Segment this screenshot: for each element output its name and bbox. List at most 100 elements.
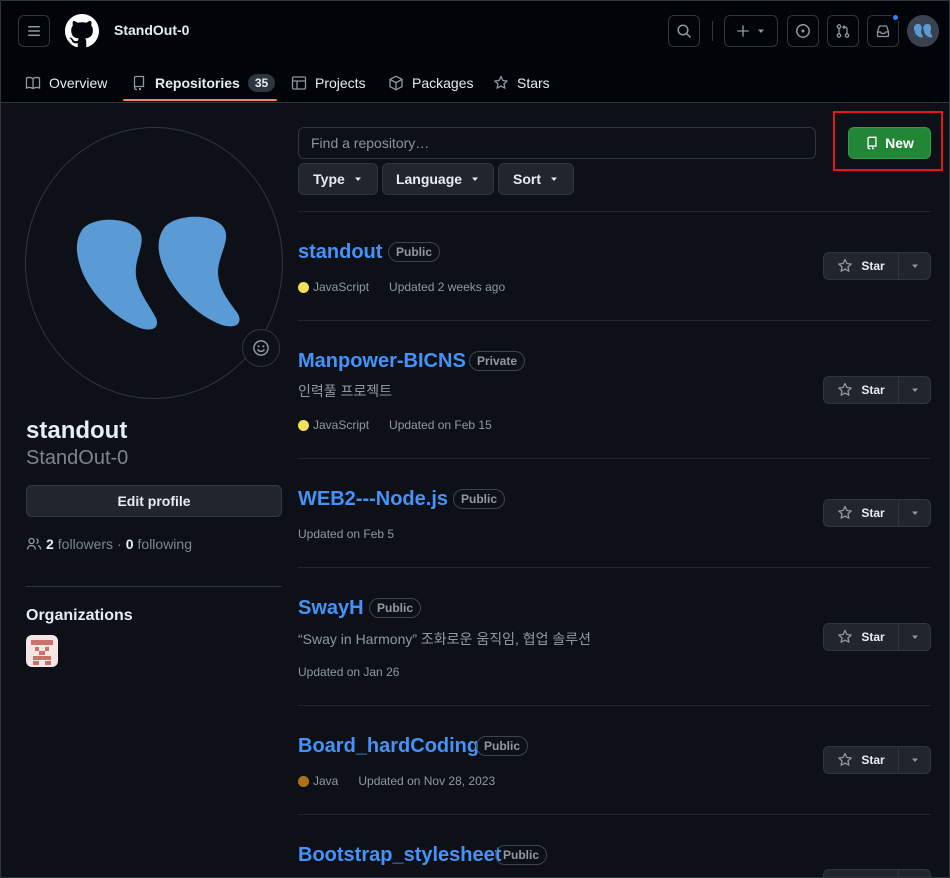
star-button-group: Star <box>823 499 931 527</box>
star-list-dropdown[interactable] <box>899 746 931 774</box>
global-header: StandOut-0 Overview Repositories 35 Proj… <box>1 1 949 103</box>
followers-link[interactable]: followers <box>58 536 113 552</box>
repo-updated: Updated on Feb 5 <box>298 527 395 541</box>
notification-indicator <box>891 13 900 22</box>
repo-language: Java <box>298 774 338 788</box>
repo-name-link[interactable]: WEB2---Node.js <box>298 488 448 511</box>
user-avatar[interactable] <box>907 15 939 47</box>
tab-stars[interactable]: Stars <box>493 63 550 103</box>
repo-name-link[interactable]: Manpower-BICNS <box>298 350 466 373</box>
repo-updated: Updated 2 weeks ago <box>389 280 506 294</box>
language-color-dot <box>298 419 309 431</box>
new-repository-button[interactable]: New <box>848 127 931 159</box>
repo-name-link[interactable]: Board_hardCoding <box>298 735 479 758</box>
visibility-badge: Public <box>453 489 506 509</box>
repo-divider <box>298 567 931 568</box>
following-count[interactable]: 0 <box>126 536 134 552</box>
search-button[interactable] <box>668 15 700 47</box>
smiley-icon <box>253 340 269 356</box>
create-new-button[interactable] <box>724 15 778 47</box>
repo-meta: Updated on Feb 5 <box>298 527 394 541</box>
star-list-dropdown[interactable] <box>899 623 931 651</box>
repo-divider <box>298 320 931 321</box>
star-button-group: Star <box>823 376 931 404</box>
repo-icon <box>133 75 145 91</box>
tab-repositories[interactable]: Repositories 35 <box>131 63 276 103</box>
repo-updated: Updated on Feb 15 <box>389 418 492 432</box>
star-button[interactable]: Star <box>823 252 899 280</box>
language-color-dot <box>298 775 309 787</box>
issue-opened-icon <box>796 24 810 38</box>
caret-down-icon <box>472 177 479 181</box>
set-status-button[interactable] <box>242 329 280 367</box>
following-link[interactable]: following <box>138 536 192 552</box>
repositories-count-badge: 35 <box>247 74 276 92</box>
visibility-badge: Public <box>495 845 548 865</box>
repo-icon <box>867 136 877 150</box>
caret-down-icon <box>911 758 918 762</box>
package-icon <box>389 75 403 91</box>
repo-name-link[interactable]: SwayH <box>298 597 364 620</box>
edit-profile-button[interactable]: Edit profile <box>26 485 282 517</box>
repo-name-link[interactable]: Bootstrap_stylesheet <box>298 844 501 867</box>
star-button[interactable]: Star <box>823 746 899 774</box>
git-pull-request-icon <box>836 24 850 38</box>
plus-icon <box>737 25 749 37</box>
star-list-dropdown[interactable] <box>899 869 931 877</box>
organizations-heading: Organizations <box>26 607 133 624</box>
header-divider <box>712 21 713 41</box>
caret-down-icon <box>758 29 764 33</box>
language-label: JavaScript <box>313 418 370 432</box>
star-button[interactable]: Star <box>823 623 899 651</box>
pull-requests-button[interactable] <box>827 15 859 47</box>
tab-overview-label: Overview <box>49 75 108 91</box>
language-filter-button[interactable]: Language <box>382 163 494 195</box>
star-button[interactable] <box>823 869 899 877</box>
repo-divider <box>298 705 931 706</box>
caret-down-icon <box>551 177 557 181</box>
star-button[interactable]: Star <box>823 376 899 404</box>
find-repository-input[interactable] <box>298 127 816 159</box>
search-icon <box>677 24 691 38</box>
caret-down-icon <box>911 635 918 639</box>
sidebar-divider <box>26 586 282 587</box>
github-logo-icon[interactable] <box>65 14 99 48</box>
issues-button[interactable] <box>787 15 819 47</box>
tab-repositories-label: Repositories <box>155 75 240 91</box>
organization-avatar[interactable] <box>26 635 58 667</box>
repo-description: 인력풀 프로젝트 <box>298 383 393 399</box>
tab-projects[interactable]: Projects <box>291 63 366 103</box>
repo-meta: JavaScript Updated on Feb 15 <box>298 418 492 432</box>
repo-name-link[interactable]: standout <box>298 241 382 264</box>
repo-meta: Java Updated on Nov 28, 2023 <box>298 774 495 788</box>
repo-updated: Updated on Jan 26 <box>298 665 400 679</box>
star-list-dropdown[interactable] <box>899 499 931 527</box>
active-tab-underline <box>123 99 277 101</box>
sort-filter-button[interactable]: Sort <box>498 163 574 195</box>
visibility-badge: Public <box>369 598 422 618</box>
tab-packages-label: Packages <box>412 75 474 91</box>
repo-divider <box>298 211 931 212</box>
star-list-dropdown[interactable] <box>899 252 931 280</box>
star-button[interactable]: Star <box>823 499 899 527</box>
tab-packages[interactable]: Packages <box>388 63 473 103</box>
menu-button[interactable] <box>18 15 50 47</box>
repo-language: JavaScript <box>298 280 369 294</box>
star-icon <box>838 382 853 396</box>
repo-meta: Updated on Jan 26 <box>298 665 399 679</box>
repo-meta: JavaScript Updated 2 weeks ago <box>298 280 505 294</box>
page-frame: StandOut-0 Overview Repositories 35 Proj… <box>0 0 950 878</box>
star-label: Star <box>861 753 885 767</box>
star-list-dropdown[interactable] <box>899 376 931 404</box>
organization-logo-icon <box>31 640 53 665</box>
tab-overview[interactable]: Overview <box>25 63 107 103</box>
quote-avatar-icon <box>913 23 933 38</box>
caret-down-icon <box>911 511 918 515</box>
repo-language: JavaScript <box>298 418 369 432</box>
repo-divider <box>298 814 931 815</box>
type-filter-button[interactable]: Type <box>298 163 378 195</box>
context-title[interactable]: StandOut-0 <box>114 22 189 38</box>
profile-display-name: standout <box>26 417 128 444</box>
followers-count[interactable]: 2 <box>46 536 54 552</box>
star-button-group <box>823 869 931 877</box>
